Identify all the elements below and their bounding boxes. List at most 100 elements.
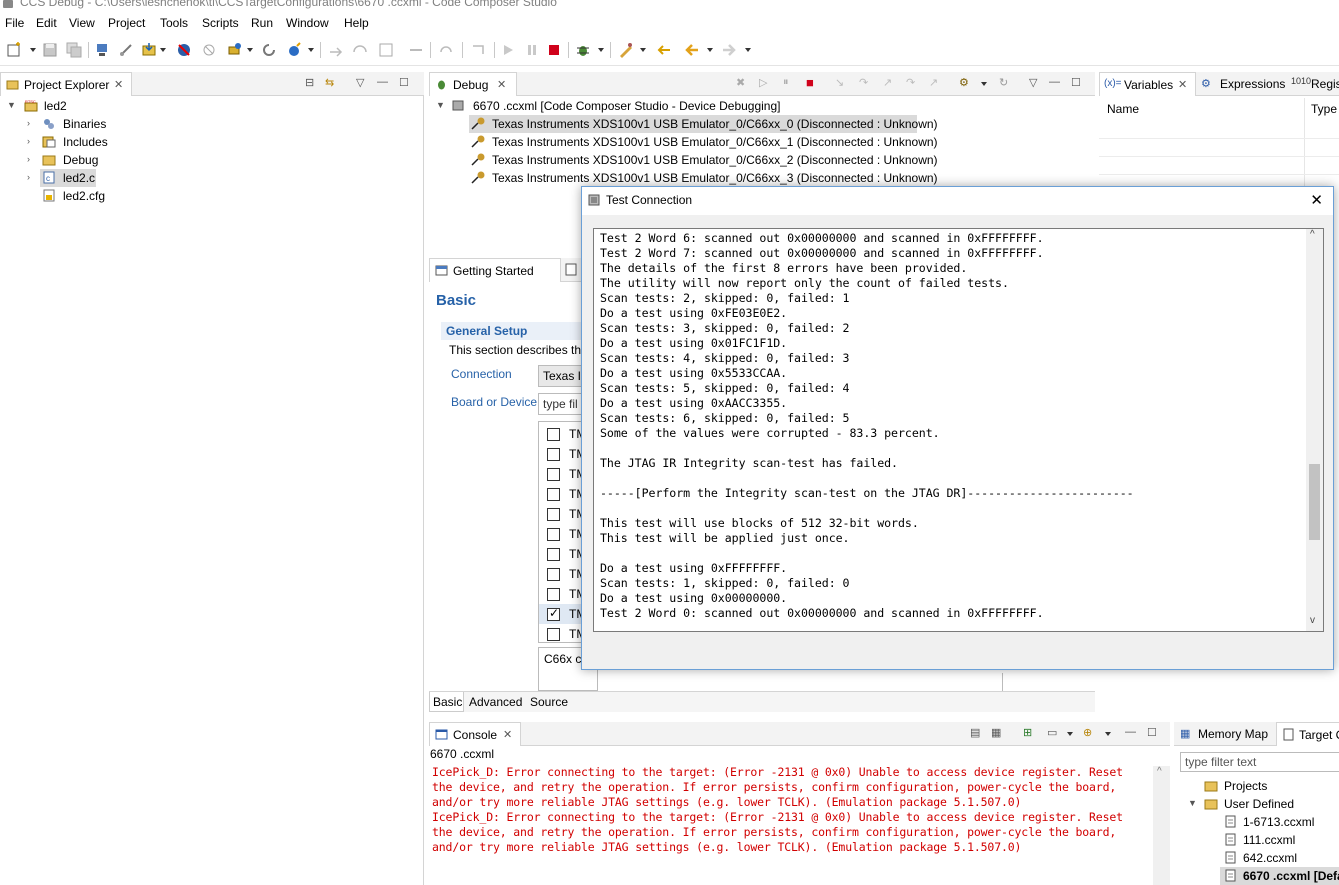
device-checkbox[interactable] [547, 488, 560, 501]
maximize-icon[interactable]: ☐ [1147, 726, 1157, 739]
connection-link[interactable]: Connection [451, 367, 512, 381]
collapse-all-icon[interactable]: ⊟ [305, 76, 314, 89]
step-return-asm-icon[interactable]: ↗ [929, 76, 938, 89]
tree-row-led2c[interactable]: › c led2.c [0, 169, 420, 187]
board-or-device-link[interactable]: Board or Device [451, 395, 537, 409]
chevron-down-icon[interactable]: ▼ [1188, 798, 1197, 808]
device-checkbox[interactable] [547, 628, 560, 641]
restart-icon[interactable] [261, 42, 277, 58]
chevron-right-icon[interactable]: › [27, 172, 30, 182]
tab-registers[interactable]: Regist [1311, 77, 1339, 91]
remove-breakpoint-icon[interactable] [176, 42, 192, 58]
view-menu-icon[interactable]: ▽ [356, 76, 364, 89]
device-checkbox[interactable] [547, 568, 560, 581]
step-over-icon[interactable]: ↷ [859, 76, 868, 89]
disabled-tool-icon[interactable] [201, 42, 217, 58]
remove-terminated-icon[interactable]: ✖ [736, 76, 745, 89]
tree-row-binaries[interactable]: › Binaries [0, 115, 420, 133]
tab-project-explorer[interactable]: Project Explorer ✕ [0, 72, 132, 96]
tree-row-projects[interactable]: Projects [1174, 777, 1339, 795]
tab-debug[interactable]: Debug ✕ [429, 72, 517, 96]
tree-row-ccxml[interactable]: 111.ccxml [1174, 831, 1339, 849]
save-icon[interactable] [42, 42, 58, 58]
debug-core-row[interactable]: Texas Instruments XDS100v1 USB Emulator_… [429, 133, 1089, 151]
close-icon[interactable]: ✕ [503, 728, 512, 741]
column-type[interactable]: Type [1311, 102, 1337, 116]
connect-target-icon[interactable]: ⚙ [959, 76, 969, 89]
chevron-right-icon[interactable]: › [27, 118, 30, 128]
menu-view[interactable]: View [69, 16, 95, 30]
terminate-icon[interactable] [546, 42, 562, 58]
tab-source[interactable]: Source [530, 695, 568, 709]
scroll-down-icon[interactable]: v [1310, 615, 1315, 626]
device-checkbox[interactable] [547, 548, 560, 561]
connect-icon[interactable] [118, 42, 134, 58]
scroll-thumb[interactable] [1309, 464, 1320, 540]
tree-row-user-defined[interactable]: ▼ User Defined [1174, 795, 1339, 813]
step-return-icon[interactable] [470, 42, 486, 58]
tree-row-debug-folder[interactable]: › Debug [0, 151, 420, 169]
target-icon[interactable] [226, 42, 242, 58]
menu-run[interactable]: Run [251, 16, 273, 30]
tree-row-ccxml[interactable]: 1-6713.ccxml [1174, 813, 1339, 831]
refresh-icon[interactable] [438, 42, 454, 58]
step-over-icon[interactable] [352, 42, 368, 58]
chevron-down-icon[interactable]: ▼ [7, 100, 16, 110]
restart-icon[interactable]: ↻ [999, 76, 1008, 89]
output-scrollbar[interactable]: ^ v [1306, 229, 1323, 631]
step-return-icon[interactable]: ↗ [883, 76, 892, 89]
resume-icon[interactable] [500, 42, 516, 58]
device-checkbox[interactable] [547, 428, 560, 441]
menu-help[interactable]: Help [344, 16, 369, 30]
close-icon[interactable]: ✕ [114, 78, 123, 91]
last-edit-icon[interactable] [656, 42, 672, 58]
step-into-icon[interactable] [328, 42, 344, 58]
tab-console[interactable]: Console ✕ [429, 722, 521, 746]
load-program-icon[interactable] [141, 42, 157, 58]
minimize-icon[interactable]: — [377, 76, 388, 88]
menu-project[interactable]: Project [108, 16, 145, 30]
minimize-icon[interactable]: — [1125, 726, 1136, 738]
test-output-textarea[interactable]: Test 2 Word 6: scanned out 0x00000000 an… [593, 228, 1324, 632]
tab-advanced[interactable]: Advanced [469, 695, 522, 709]
chevron-right-icon[interactable]: › [27, 136, 30, 146]
device-checkbox[interactable] [547, 588, 560, 601]
step-into-icon[interactable]: ↘ [835, 76, 844, 89]
new-icon[interactable] [6, 42, 22, 58]
device-checkbox[interactable] [547, 508, 560, 521]
assembly-step-icon[interactable]: ↷ [906, 76, 915, 89]
target-filter-input[interactable]: type filter text [1180, 752, 1339, 772]
tree-row-includes[interactable]: › Includes [0, 133, 420, 151]
menu-edit[interactable]: Edit [36, 16, 57, 30]
tab-basic[interactable]: Basic [433, 695, 462, 709]
debug-core-row[interactable]: Texas Instruments XDS100v1 USB Emulator_… [429, 169, 1089, 187]
minimize-icon[interactable]: — [1049, 76, 1060, 88]
suspend-icon[interactable]: ⏸ [783, 76, 789, 89]
menu-tools[interactable]: Tools [160, 16, 188, 30]
menu-window[interactable]: Window [286, 16, 329, 30]
pen-tool-icon[interactable] [618, 42, 634, 58]
device-checkbox[interactable] [547, 448, 560, 461]
tab-getting-started[interactable]: Getting Started [429, 258, 561, 282]
assembly-step-icon[interactable] [408, 42, 424, 58]
close-icon[interactable]: ✕ [1178, 78, 1187, 91]
debug-bug-icon[interactable] [575, 42, 591, 58]
debug-session-row[interactable]: ▼ 6670 .ccxml [Code Composer Studio - De… [429, 97, 1089, 115]
debug-core-row[interactable]: Texas Instruments XDS100v1 USB Emulator_… [429, 151, 1089, 169]
new-dropdown-icon[interactable] [30, 48, 36, 52]
tab-expressions[interactable]: Expressions [1220, 77, 1285, 91]
section-title[interactable]: General Setup [446, 324, 527, 338]
tree-row-led2cfg[interactable]: led2.cfg [0, 187, 420, 205]
ccxml-file-icon[interactable] [565, 263, 577, 276]
tab-variables[interactable]: (x)= Variables ✕ [1099, 72, 1196, 96]
pin-console-icon[interactable]: ⊞ [1023, 726, 1032, 739]
tree-row-ccxml[interactable]: 642.ccxml [1174, 849, 1339, 867]
resume-icon[interactable]: ▷ [759, 76, 767, 89]
script-icon[interactable] [286, 42, 302, 58]
open-console-icon[interactable]: ⊕ [1083, 726, 1092, 739]
link-editor-icon[interactable]: ⇆ [325, 76, 334, 89]
dialog-close-button[interactable]: ✕ [1310, 191, 1323, 209]
device-checkbox[interactable] [547, 468, 560, 481]
scroll-up-icon[interactable]: ^ [1310, 229, 1315, 240]
tree-row-ccxml-selected[interactable]: 6670 .ccxml [Defa [1220, 867, 1339, 885]
